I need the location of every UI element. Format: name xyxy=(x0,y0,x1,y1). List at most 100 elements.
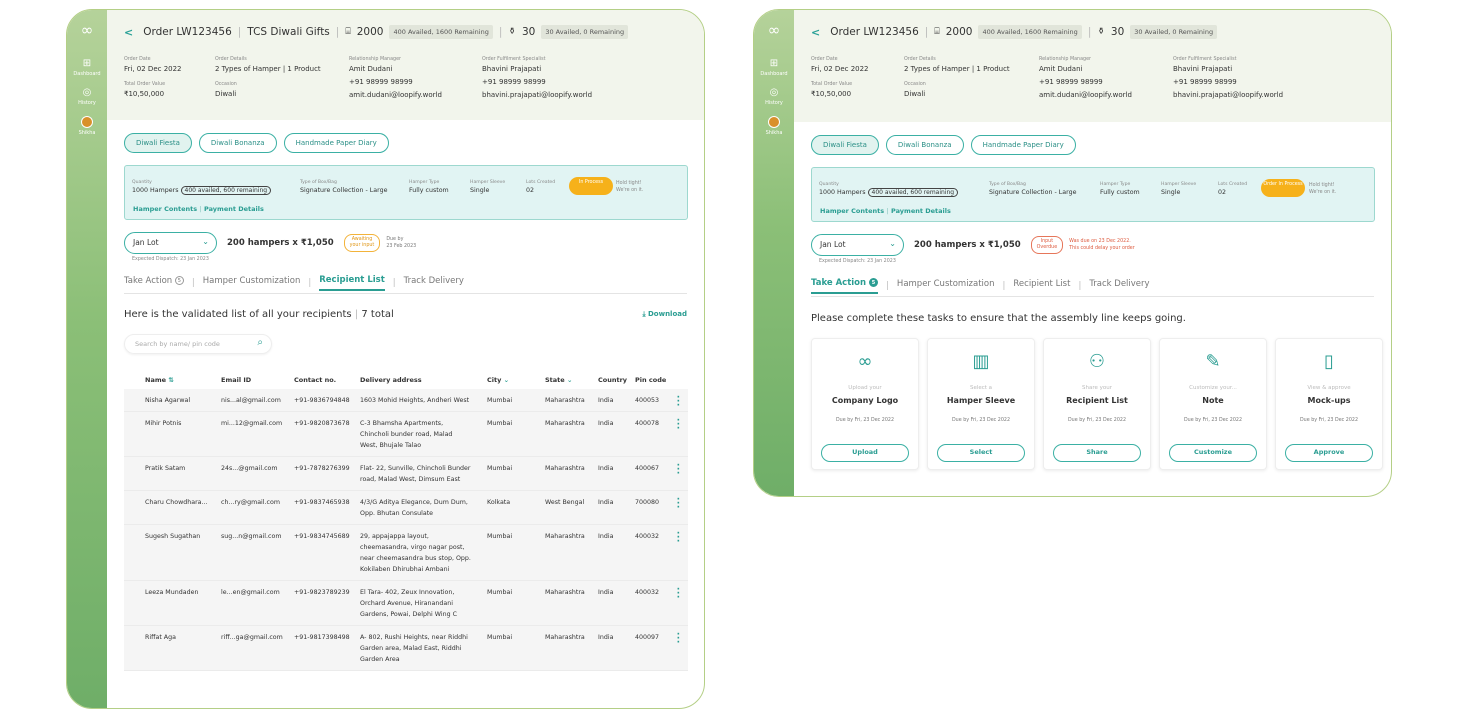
occasion: Diwali xyxy=(215,90,237,98)
back-arrow-icon[interactable]: < xyxy=(811,26,820,39)
column-header-city[interactable]: City ⌄ xyxy=(487,375,509,386)
column-header-state[interactable]: State ⌄ xyxy=(545,375,572,386)
row-menu-icon[interactable]: · · · xyxy=(677,586,680,603)
hold-tight-note: Hold tight! We're on it. xyxy=(1309,182,1336,196)
tab-recipient-list[interactable]: Recipient List xyxy=(1013,279,1070,293)
cell-city: Mumbai xyxy=(487,589,513,596)
task-action-button[interactable]: Share xyxy=(1053,444,1141,462)
table-row[interactable]: Mihir Potnis mi...12@gmail.com +91-9820873… xyxy=(124,412,688,457)
tab-track-delivery[interactable]: Track Delivery xyxy=(1089,279,1149,293)
lot-select[interactable]: Jan Lot ⌄ xyxy=(811,234,904,256)
hamper-contents-link[interactable]: Hamper Contents xyxy=(820,207,884,215)
hamper-availability-tag: 400 Availed, 1600 Remaining xyxy=(978,25,1082,39)
list-heading-text: Here is the validated list of all your r… xyxy=(124,309,352,320)
sleeve-icon: ▥ xyxy=(972,351,990,372)
task-card: ⚇ Share your Recipient List Due by Fri, 23 … xyxy=(1043,338,1151,470)
box-availability-tag: 30 Availed, 0 Remaining xyxy=(1130,25,1218,39)
payment-details-link[interactable]: Payment Details xyxy=(891,207,951,215)
tab-track-delivery[interactable]: Track Delivery xyxy=(404,276,464,290)
cell-address: Flat- 22, Sunville, Chincholi Bunder road… xyxy=(360,463,471,485)
ofs-email[interactable]: bhavini.prajapati@loopify.world xyxy=(482,89,592,102)
address-line: Gardens, Powai, Delphi Wing C xyxy=(360,611,457,618)
tasks-heading: Please complete these tasks to ensure th… xyxy=(811,313,1186,324)
column-header-name[interactable]: Name ⇅ xyxy=(145,375,174,386)
chip-diwali-bonanza[interactable]: Diwali Bonanza xyxy=(885,135,964,155)
sidebar-item-profile[interactable]: Shikha xyxy=(754,116,794,136)
lot-select[interactable]: Jan Lot ⌄ xyxy=(124,232,217,254)
sidebar-item-dashboard[interactable]: ⊞ Dashboard xyxy=(67,58,107,77)
ofs-email[interactable]: bhavini.prajapati@loopify.world xyxy=(1173,89,1283,102)
sleeve-label: Hamper Sleeve xyxy=(1161,182,1197,187)
tab-take-action[interactable]: Take Action 5 xyxy=(124,276,184,290)
address-line: cheemasandra, virgo nagar post, xyxy=(360,544,465,551)
lots: 02 xyxy=(1218,189,1227,196)
table-row[interactable]: Leeza Mundaden le...en@gmail.com +91-98237… xyxy=(124,581,688,626)
hold-sub-text: We're on it. xyxy=(616,188,644,193)
address-line: Kokilaben Dhirubhai Ambani xyxy=(360,566,450,573)
table-row[interactable]: Charu Chowdhara... ch...ry@gmail.com +91-9… xyxy=(124,491,688,525)
tab-take-action[interactable]: Take Action 5 xyxy=(811,278,879,294)
cell-address: 4/3/G Aditya Elegance, Dum Dum, Opp. Bhut… xyxy=(360,497,468,519)
cell-contact: +91-9837465938 xyxy=(294,499,350,506)
note-icon: ✎ xyxy=(1205,351,1221,372)
back-arrow-icon[interactable]: < xyxy=(124,26,133,39)
lot-row: Jan Lot ⌄ 200 hampers x ₹1,050 Input Ove… xyxy=(811,234,1135,256)
row-menu-icon[interactable]: · · · xyxy=(677,394,680,411)
sidebar-item-dashboard[interactable]: ⊞ Dashboard xyxy=(754,58,794,77)
cell-address: A- 802, Rushi Heights, near Riddhi Garden… xyxy=(360,632,468,665)
row-menu-icon[interactable]: · · · xyxy=(677,462,680,479)
chip-handmade-paper-diary[interactable]: Handmade Paper Diary xyxy=(283,133,389,153)
table-row[interactable]: Riffat Aga riff...ga@gmail.com +91-9817398… xyxy=(124,626,688,671)
chip-handmade-paper-diary[interactable]: Handmade Paper Diary xyxy=(970,135,1076,155)
table-header: Name ⇅ Email ID Contact no. Delivery add… xyxy=(124,371,688,389)
divider: | xyxy=(498,26,503,38)
address-line: West, Bhujale Talao xyxy=(360,442,422,449)
tab-hamper-customization[interactable]: Hamper Customization xyxy=(897,279,995,293)
row-menu-icon[interactable]: · · · xyxy=(677,496,680,513)
total-value-label: Total Order Value xyxy=(124,82,166,87)
chip-diwali-fiesta[interactable]: Diwali Fiesta xyxy=(124,133,192,153)
hamper-contents-link[interactable]: Hamper Contents xyxy=(133,205,197,213)
table-row[interactable]: Pratik Satam 24s...@gmail.com +91-78782763… xyxy=(124,457,688,491)
task-due-date: Due by Fri, 23 Dec 2022 xyxy=(951,418,1011,423)
search-icon[interactable]: ⌕ xyxy=(257,337,263,348)
task-action-button[interactable]: Select xyxy=(937,444,1025,462)
cell-country: India xyxy=(598,420,614,427)
rm-email[interactable]: amit.dudani@loopify.world xyxy=(1039,89,1132,102)
column-label: City xyxy=(487,376,502,384)
chip-diwali-fiesta[interactable]: Diwali Fiesta xyxy=(811,135,879,155)
cell-city: Mumbai xyxy=(487,533,513,540)
task-subtitle: Select a xyxy=(969,385,993,391)
order-details-label: Order Details xyxy=(215,57,247,62)
task-card: ▯ View & approve Mock-ups Due by Fri, 23 De… xyxy=(1275,338,1383,470)
chip-diwali-bonanza[interactable]: Diwali Bonanza xyxy=(198,133,277,153)
sidebar-item-history[interactable]: ◎ History xyxy=(754,87,794,106)
sidebar-item-history[interactable]: ◎ History xyxy=(67,87,107,106)
tab-hamper-customization[interactable]: Hamper Customization xyxy=(203,276,301,290)
task-action-button[interactable]: Approve xyxy=(1285,444,1373,462)
box-availability-tag: 30 Availed, 0 Remaining xyxy=(541,25,629,39)
row-menu-icon[interactable]: · · · xyxy=(677,530,680,547)
task-subtitle: Share your xyxy=(1082,385,1112,391)
hamper-info-box: Quantity 1000 Hampers 400 availed, 600 r… xyxy=(124,165,688,220)
hamper-type-block: Hamper Type Fully custom xyxy=(1100,181,1140,197)
quantity-label: Quantity xyxy=(132,180,152,185)
hamper-type: Fully custom xyxy=(409,187,449,194)
search-input[interactable]: Search by name/ pin code ⌕ xyxy=(124,334,272,354)
box-type: Signature Collection - Large xyxy=(300,187,388,194)
sidebar-item-profile[interactable]: Shikha xyxy=(67,116,107,136)
mockup-icon: ▯ xyxy=(1324,351,1334,372)
task-action-button[interactable]: Upload xyxy=(821,444,909,462)
table-row[interactable]: Nisha Agarwal nis...al@gmail.com +91-98367… xyxy=(124,389,688,412)
badge-line: your input xyxy=(349,243,375,248)
rm-email[interactable]: amit.dudani@loopify.world xyxy=(349,89,442,102)
table-row[interactable]: Sugesh Sugathan sug...n@gmail.com +91-9834… xyxy=(124,525,688,581)
row-menu-icon[interactable]: · · · xyxy=(677,631,680,648)
download-button[interactable]: ⤓ Download xyxy=(642,310,687,319)
order-id: Order LW123456 xyxy=(143,26,232,38)
payment-details-link[interactable]: Payment Details xyxy=(204,205,264,213)
row-menu-icon[interactable]: · · · xyxy=(677,417,680,434)
cell-state: West Bengal xyxy=(545,499,585,506)
tab-recipient-list[interactable]: Recipient List xyxy=(319,275,385,291)
task-action-button[interactable]: Customize xyxy=(1169,444,1257,462)
